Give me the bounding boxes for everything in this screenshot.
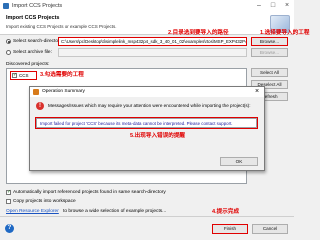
error-list-item: Import failed for project 'CCS' because … <box>40 121 233 126</box>
error-list[interactable]: Import failed for project 'CCS' because … <box>35 117 258 129</box>
select-all-button[interactable]: Select All <box>251 68 288 77</box>
help-icon[interactable]: ? <box>5 224 14 233</box>
finish-button[interactable]: Finish <box>212 224 248 234</box>
wizard-header: Import CCS Projects Import existing CCS … <box>0 12 294 35</box>
error-icon: ! <box>36 102 44 110</box>
divider <box>0 216 294 217</box>
annotation-step4: 4.提示完成 <box>212 209 240 215</box>
copy-projects-checkbox[interactable] <box>6 199 11 204</box>
page-title: Import CCS Projects <box>6 15 60 21</box>
browse-archive-button[interactable]: Browse... <box>251 48 288 57</box>
open-resource-explorer-link[interactable]: Open Resource Explorer <box>6 209 59 214</box>
project-checkbox[interactable] <box>12 72 17 78</box>
search-directory-radio[interactable] <box>6 39 11 44</box>
operation-summary-dialog: Operation Summary × ! Messages/Issues wh… <box>29 86 265 171</box>
annotation-step1: 1.选择要导入的工程 <box>260 30 310 36</box>
dialog-app-icon <box>33 89 39 95</box>
copy-projects-label: Copy projects into workspace <box>13 199 76 204</box>
dialog-ok-button[interactable]: OK <box>220 157 258 166</box>
archive-file-label: Select archive file: <box>13 50 52 55</box>
dialog-close-icon[interactable]: × <box>250 87 264 97</box>
page-subtitle: Import existing CCS Projects or example … <box>6 24 117 29</box>
archive-file-field[interactable] <box>58 48 247 57</box>
cancel-button[interactable]: Cancel <box>252 224 288 234</box>
browse-directory-button[interactable]: Browse... <box>251 37 288 46</box>
minimize-icon[interactable]: – <box>252 0 266 12</box>
annotation-step2: 2.目录选到要导入的路径 <box>168 30 229 36</box>
auto-import-checkbox[interactable] <box>6 189 11 195</box>
app-icon <box>3 3 9 9</box>
dialog-title: Operation Summary <box>42 89 85 94</box>
search-directory-field[interactable]: C:\Users\pc\Desktop\ti\simplelink_msp432… <box>58 37 247 46</box>
annotation-step3: 3.勾选需要的工程 <box>40 72 84 78</box>
maximize-icon[interactable]: □ <box>266 0 280 12</box>
open-resource-tail: to browse a wide selection of example pr… <box>63 209 167 214</box>
dialog-message: Messages/Issues which may require your a… <box>48 103 251 108</box>
auto-import-label: Automatically import referenced projects… <box>13 190 166 195</box>
discovered-projects-label: Discovered projects: <box>6 62 50 67</box>
project-name: CCS <box>19 73 29 78</box>
annotation-step5: 5.出现导入错误的提醒 <box>130 133 186 139</box>
search-directory-label: Select search-directory: <box>13 39 64 44</box>
project-item-ccs[interactable]: CCS <box>10 71 37 80</box>
archive-file-radio[interactable] <box>6 50 11 55</box>
close-icon[interactable]: × <box>280 0 294 12</box>
window-title: Import CCS Projects <box>12 3 63 9</box>
dialog-title-bar: Operation Summary × <box>30 87 264 97</box>
